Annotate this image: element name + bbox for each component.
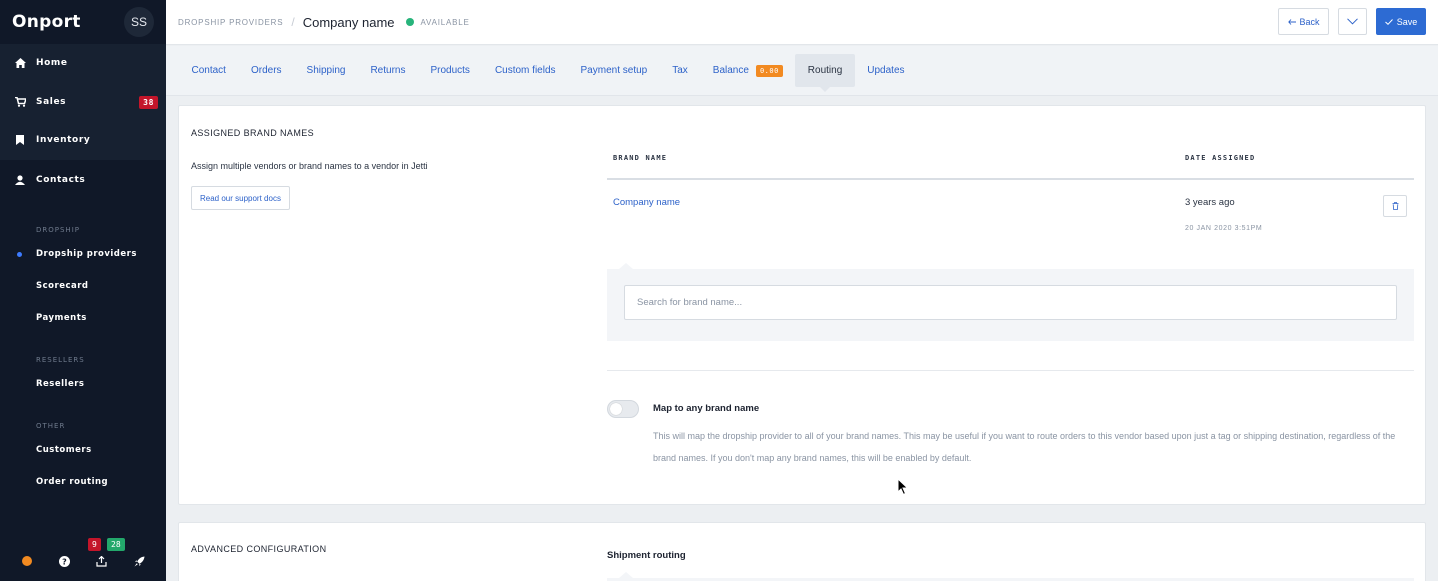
help-icon: ?: [58, 555, 70, 567]
avatar[interactable]: SS: [124, 7, 154, 37]
brand-search-panel: [607, 263, 1414, 341]
status-badge: AVAILABLE: [420, 17, 470, 27]
help-button[interactable]: ?: [54, 551, 74, 571]
map-any-brand-toggle[interactable]: [607, 400, 639, 418]
app-logo[interactable]: Onport: [12, 12, 81, 32]
trash-icon: [1392, 202, 1398, 210]
sidebar-item-contacts[interactable]: Contacts: [0, 159, 166, 200]
page-header: DROPSHIP PROVIDERS / Company name AVAILA…: [166, 0, 1438, 45]
bookmark-icon: [14, 134, 26, 146]
chevron-down-icon: [1347, 18, 1358, 25]
tab-tax[interactable]: Tax: [660, 54, 701, 87]
page-title: Company name: [302, 14, 395, 30]
breadcrumb[interactable]: DROPSHIP PROVIDERS: [178, 18, 283, 27]
upload-icon: [96, 555, 107, 567]
save-button-label: Save: [1396, 16, 1418, 27]
tab-updates[interactable]: Updates: [855, 54, 917, 87]
sidebar: Onport SS Home Sales 38 Inventory Contac: [0, 0, 166, 581]
save-button[interactable]: Save: [1376, 8, 1426, 35]
sidebar-footer: ?: [0, 541, 166, 581]
arrow-left-icon: [1287, 17, 1296, 27]
launch-button[interactable]: [129, 551, 149, 571]
sidebar-item-label: Customers: [36, 444, 92, 455]
table-header: BRAND NAME DATE ASSIGNED: [607, 154, 1414, 180]
home-icon: [14, 57, 26, 69]
breadcrumb-separator: /: [291, 15, 295, 29]
section-resellers: RESELLERS: [36, 355, 85, 364]
sidebar-item-label: Order routing: [36, 476, 109, 487]
toggle-knob: [610, 403, 622, 415]
card-title: ASSIGNED BRAND NAMES: [191, 128, 315, 138]
rocket-icon: [134, 556, 145, 566]
cart-icon: [14, 96, 26, 108]
section-dropship: DROPSHIP: [36, 225, 80, 234]
column-date-assigned: DATE ASSIGNED: [1185, 154, 1256, 162]
card-description: Assign multiple vendors or brand names t…: [191, 161, 428, 171]
sidebar-item-resellers[interactable]: Resellers: [0, 368, 166, 400]
shipment-routing-label: Shipment routing: [607, 550, 686, 561]
divider: [607, 370, 1414, 371]
status-dot-icon: [405, 18, 414, 26]
advanced-configuration-card: ADVANCED CONFIGURATION Shipment routing: [178, 522, 1426, 581]
tab-balance[interactable]: Balance 0.00: [700, 54, 795, 87]
tab-products[interactable]: Products: [418, 54, 482, 87]
tab-orders[interactable]: Orders: [238, 54, 294, 87]
sidebar-item-label: Contacts: [36, 174, 86, 185]
support-docs-button[interactable]: Read our support docs: [191, 186, 290, 210]
sidebar-item-label: Scorecard: [36, 280, 89, 291]
sidebar-item-label: Sales: [36, 96, 67, 107]
tab-payment-setup[interactable]: Payment setup: [568, 54, 660, 87]
tab-contact[interactable]: Contact: [179, 54, 238, 87]
sidebar-item-sales[interactable]: Sales 38: [0, 83, 166, 122]
sidebar-item-customers[interactable]: Customers: [0, 434, 166, 466]
sidebar-item-label: Home: [36, 58, 68, 69]
sidebar-item-label: Dropship providers: [36, 248, 137, 259]
section-other: OTHER: [36, 421, 66, 430]
svg-text:?: ?: [62, 557, 67, 566]
date-absolute: 20 JAN 2020 3:51PM: [1185, 225, 1263, 232]
upload-button[interactable]: [92, 551, 112, 571]
brand-name-link[interactable]: Company name: [613, 197, 680, 208]
user-icon: [14, 174, 26, 186]
sidebar-item-payments[interactable]: Payments: [0, 302, 166, 334]
toggle-description: This will map the dropship provider to a…: [653, 431, 1396, 463]
sidebar-item-label: Inventory: [36, 135, 91, 146]
sidebar-item-home[interactable]: Home: [0, 44, 166, 83]
tab-balance-label: Balance: [712, 65, 749, 76]
tab-bar: Contact Orders Shipping Returns Products…: [166, 46, 1438, 96]
status-indicator-button[interactable]: [17, 551, 37, 571]
tab-custom-fields[interactable]: Custom fields: [482, 54, 568, 87]
sidebar-item-label: Payments: [36, 312, 87, 323]
tab-routing[interactable]: Routing: [795, 54, 855, 92]
sales-count-badge: 38: [139, 95, 158, 109]
assigned-brand-names-card: ASSIGNED BRAND NAMES Assign multiple ven…: [178, 105, 1426, 505]
sidebar-item-order-routing[interactable]: Order routing: [0, 466, 166, 498]
balance-badge: 0.00: [755, 64, 783, 77]
date-relative: 3 years ago: [1185, 197, 1235, 208]
sidebar-item-dropship-providers[interactable]: Dropship providers: [0, 238, 166, 270]
status-dot-icon: [21, 556, 32, 566]
main-nav: Home Sales 38 Inventory: [0, 44, 166, 160]
column-brand-name: BRAND NAME: [613, 154, 668, 162]
sidebar-header: Onport SS: [0, 0, 166, 44]
sidebar-item-label: Resellers: [36, 378, 85, 389]
back-button-label: Back: [1299, 16, 1320, 27]
card-title: ADVANCED CONFIGURATION: [191, 544, 327, 554]
delete-brand-button[interactable]: [1383, 195, 1407, 217]
back-button[interactable]: Back: [1278, 8, 1329, 35]
check-icon: [1384, 17, 1393, 27]
more-actions-button[interactable]: [1338, 8, 1367, 35]
tab-shipping[interactable]: Shipping: [294, 54, 358, 87]
mouse-cursor-icon: [897, 478, 909, 496]
header-actions: Back Save: [1278, 8, 1426, 35]
active-dot: [17, 251, 22, 257]
sidebar-item-inventory[interactable]: Inventory: [0, 121, 166, 160]
sidebar-item-scorecard[interactable]: Scorecard: [0, 270, 166, 302]
brand-search-input[interactable]: [624, 285, 1397, 320]
tab-returns[interactable]: Returns: [358, 54, 418, 87]
toggle-label: Map to any brand name: [653, 403, 760, 414]
